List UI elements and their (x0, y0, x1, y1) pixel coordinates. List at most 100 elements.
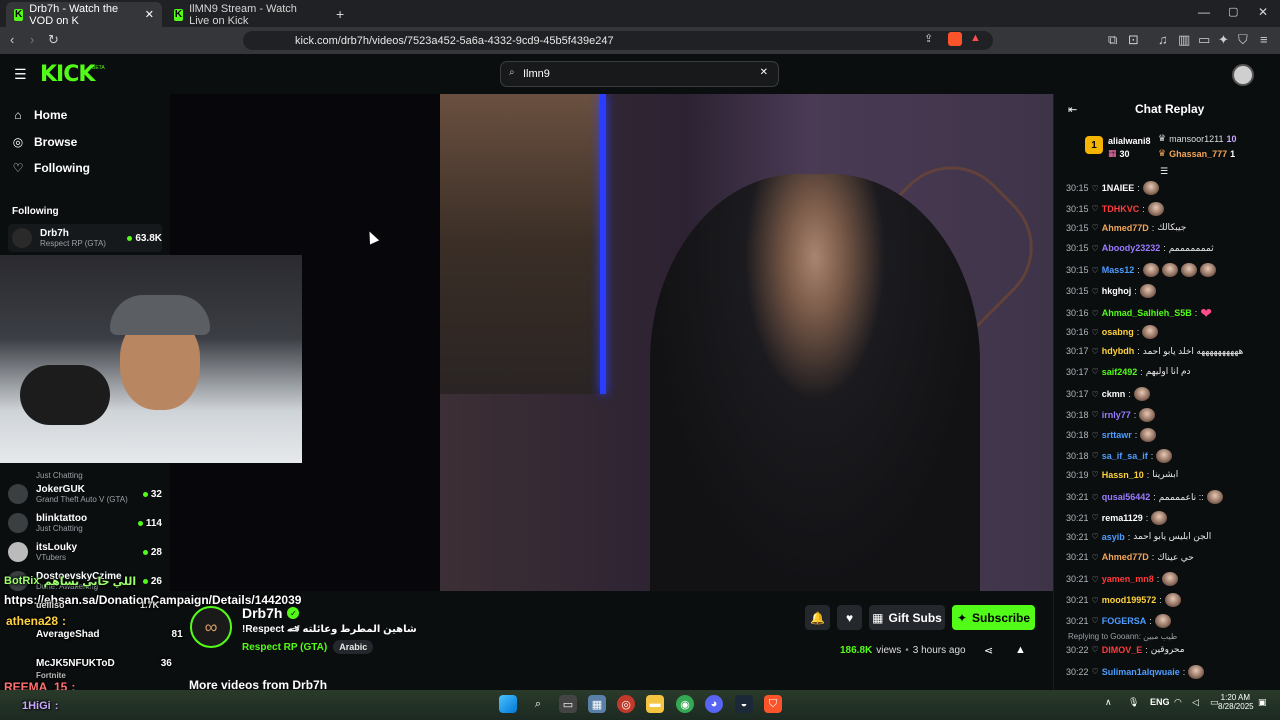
channel-row-itslouky[interactable]: itsLouky VTubers 28 (8, 538, 162, 566)
wifi-icon[interactable]: ◠ (1174, 697, 1182, 708)
channel-name[interactable]: Drb7h (242, 605, 282, 621)
brave-rewards-icon[interactable]: ▲ (970, 32, 981, 44)
message-username[interactable]: Ahmad_Salhieh_S5B (1102, 308, 1192, 318)
gift-subs-button[interactable]: ▦ Gift Subs (869, 605, 945, 630)
app-icon[interactable]: ◎ (617, 695, 635, 713)
message-username[interactable]: rema1129 (1102, 513, 1143, 523)
message-time: 30:15 (1066, 183, 1089, 193)
message-username[interactable]: 1NAIEE (1102, 183, 1135, 193)
message-username[interactable]: ckmn (1102, 389, 1126, 399)
new-tab-icon[interactable]: + (336, 6, 344, 22)
leo-icon[interactable]: ✦ (1218, 32, 1229, 48)
channel-row-jokerguk[interactable]: JokerGUK Grand Theft Auto V (GTA) 32 (8, 480, 162, 508)
tab-ilmn9[interactable]: K IlMN9 Stream - Watch Live on Kick (166, 2, 326, 27)
tab-search-icon[interactable]: ⊡ (1128, 32, 1139, 48)
video-player[interactable] (170, 94, 1053, 591)
channel-row-drb7h[interactable]: Drb7h Respect RP (GTA) 63.8K (8, 224, 162, 252)
message-username[interactable]: hdybdh (1102, 346, 1135, 356)
message-username[interactable]: FOGERSA (1102, 616, 1147, 626)
hamburger-menu-icon[interactable]: ☰ (14, 66, 27, 83)
pinned-toggle-icon[interactable]: ☰ (1160, 166, 1168, 177)
language-tag[interactable]: Arabic (333, 640, 374, 654)
tray-chevron-icon[interactable]: ∧ (1105, 697, 1112, 708)
share-icon[interactable]: ⇪ (924, 32, 933, 45)
message-username[interactable]: hkghoj (1102, 286, 1132, 296)
tab-title: Drb7h - Watch the VOD on K (29, 2, 119, 27)
tab-drb7h[interactable]: K Drb7h - Watch the VOD on K ✕ (6, 2, 162, 27)
channel-row-blinktattoo[interactable]: blinktattoo Just Chatting 114 (8, 509, 162, 537)
leaderboard-user[interactable]: alialwani8 (1108, 136, 1151, 146)
reload-icon[interactable]: ↻ (48, 32, 59, 48)
close-window-icon[interactable]: ✕ (1258, 5, 1268, 19)
user-avatar[interactable] (1232, 64, 1254, 86)
task-view-icon[interactable]: ▭ (559, 695, 577, 713)
sidebar-item-following[interactable]: ♡ Following (12, 161, 90, 175)
discord-icon[interactable]: ◕ (705, 695, 723, 713)
sidebar-toggle-icon[interactable]: ▥ (1178, 32, 1190, 48)
message-username[interactable]: Hassn_10 (1102, 470, 1144, 480)
menu-icon[interactable]: ≡ (1260, 32, 1268, 47)
message-username[interactable]: Ahmed77D (1102, 552, 1149, 562)
channel-avatar[interactable]: ∞ (190, 606, 232, 648)
address-bar[interactable]: kick.com/drb7h/videos/7523a452-5a6a-4332… (243, 31, 993, 50)
leaderboard-row[interactable]: ♛ Ghassan_777 1 (1158, 148, 1235, 159)
message-username[interactable]: irnly77 (1102, 410, 1131, 420)
follow-button[interactable]: ♥ (837, 605, 862, 630)
brave-icon[interactable]: ⛉ (764, 695, 782, 713)
search-input[interactable]: ⌕ Ilmn9 ✕ (500, 61, 779, 87)
search-icon[interactable]: ⌕ (529, 695, 547, 713)
message-username[interactable]: yamen_mn8 (1102, 574, 1154, 584)
forward-icon[interactable]: › (30, 32, 34, 47)
extensions-icon[interactable]: ⧉ (1108, 32, 1117, 48)
colon: : (1159, 595, 1162, 605)
report-icon[interactable]: ▲ (1015, 644, 1026, 656)
clock[interactable]: 1:20 AM 8/28/2025 (1218, 693, 1254, 711)
colon: : (1127, 531, 1131, 542)
message-username[interactable]: DIMOV_E (1102, 645, 1143, 655)
message-username[interactable]: osabng (1102, 327, 1134, 337)
notifications-icon[interactable]: ▣ (1258, 697, 1267, 708)
channel-header: Drb7h ✓ (242, 605, 300, 621)
store-icon[interactable]: ▦ (588, 695, 606, 713)
kick-logo[interactable]: KICK (40, 62, 95, 87)
vpn-icon[interactable]: ⛉ (1238, 32, 1248, 48)
message-username[interactable]: qusai56442 (1102, 492, 1151, 502)
sidebar-item-home[interactable]: ⌂ Home (12, 108, 67, 122)
steam-icon[interactable]: ◒ (735, 695, 753, 713)
leaderboard-row[interactable]: ♛ mansoor1211 10 (1158, 133, 1236, 144)
message-username[interactable]: mood199572 (1102, 595, 1157, 605)
message-text: دم انا اوليهم (1145, 366, 1191, 377)
subscribe-button[interactable]: ✦ Subscribe (952, 605, 1035, 630)
message-username[interactable]: srttawr (1102, 430, 1132, 440)
brave-shield-icon[interactable] (948, 32, 962, 46)
collapse-chat-icon[interactable]: ⇤ (1068, 103, 1077, 116)
language-indicator[interactable]: ENG (1150, 697, 1170, 707)
share-icon[interactable]: ⋖ (984, 644, 993, 657)
category-link[interactable]: Respect RP (GTA) (242, 642, 327, 653)
sidebar-item-browse[interactable]: ◎ Browse (12, 135, 78, 149)
maximize-icon[interactable]: ▢ (1228, 5, 1238, 18)
notification-bell-button[interactable]: 🔔 (805, 605, 830, 630)
back-icon[interactable]: ‹ (10, 32, 14, 47)
message-username[interactable]: Ahmed77D (1102, 223, 1149, 233)
minimize-icon[interactable]: — (1198, 5, 1210, 19)
message-username[interactable]: Suliman1alqwuaie (1102, 667, 1180, 677)
microphone-icon[interactable]: 🎙 (1128, 697, 1139, 708)
viewer-count: 32 (150, 488, 162, 500)
clear-search-icon[interactable]: ✕ (760, 67, 768, 78)
file-explorer-icon[interactable]: ▬ (646, 695, 664, 713)
volume-icon[interactable]: ◁ (1192, 697, 1199, 708)
message-username[interactable]: asyib (1102, 532, 1125, 542)
wallet-icon[interactable]: ▭ (1198, 32, 1210, 48)
heart-badge-icon: ♡ (1091, 616, 1099, 626)
message-username[interactable]: saif2492 (1102, 367, 1138, 377)
message-username[interactable]: Aboody23232 (1102, 243, 1161, 253)
message-username[interactable]: Mass12 (1102, 265, 1135, 275)
media-icon[interactable]: ♫ (1158, 32, 1168, 47)
avatar (12, 228, 32, 248)
message-username[interactable]: TDHKVC (1102, 204, 1140, 214)
message-username[interactable]: sa_if_sa_if (1102, 451, 1148, 461)
close-tab-icon[interactable]: ✕ (145, 8, 154, 21)
chrome-icon[interactable]: ◉ (676, 695, 694, 713)
start-button[interactable] (499, 695, 517, 713)
